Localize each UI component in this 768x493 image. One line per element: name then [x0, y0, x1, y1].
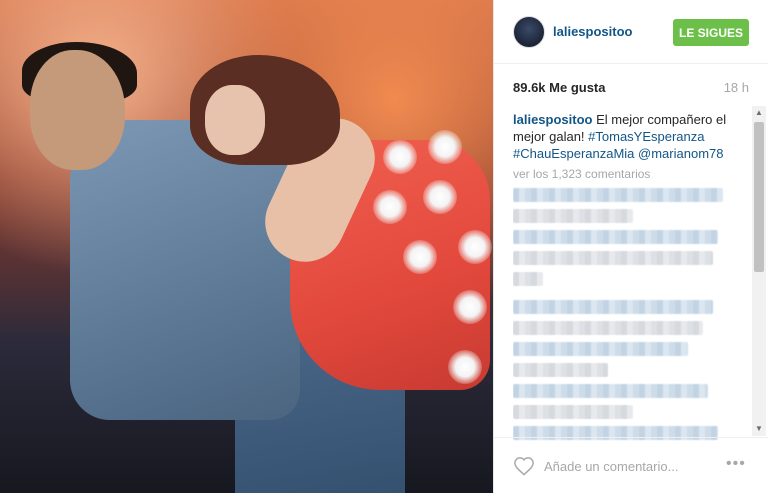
post-time[interactable]: 18 h: [724, 80, 749, 95]
post-caption: laliespositoo El mejor compañero el mejo…: [513, 111, 749, 162]
avatar[interactable]: [513, 16, 545, 48]
post-photo[interactable]: [0, 0, 493, 493]
hashtag-link[interactable]: #TomasYEsperanza: [588, 129, 704, 144]
post-header: laliespositoo LE SIGUES: [494, 0, 768, 64]
follow-button[interactable]: LE SIGUES: [673, 19, 749, 46]
blurred-comment: [513, 272, 749, 286]
comments-list: laliespositoo El mejor compañero el mejo…: [513, 111, 749, 441]
comment-input[interactable]: [544, 456, 704, 476]
blurred-comment: [513, 321, 749, 335]
post-stats: 89.6k Me gusta 18 h: [513, 80, 749, 100]
blurred-comment: [513, 209, 749, 223]
blurred-comment: [513, 405, 749, 419]
instagram-post-modal: laliespositoo LE SIGUES 89.6k Me gusta 1…: [0, 0, 768, 493]
post-footer: •••: [494, 437, 768, 493]
likes-count[interactable]: 89.6k Me gusta: [513, 80, 606, 95]
blurred-comment: [513, 230, 749, 244]
scroll-up-arrow-icon[interactable]: ▲: [752, 106, 766, 120]
post-username[interactable]: laliespositoo: [553, 24, 632, 39]
comments-scrollbar[interactable]: ▲ ▼: [752, 106, 766, 436]
blurred-comment: [513, 363, 749, 377]
photo-figure-woman-face: [205, 85, 265, 155]
mention-link[interactable]: @marianom78: [638, 146, 723, 161]
more-options-icon[interactable]: •••: [726, 455, 750, 475]
photo-figure-man-head: [30, 50, 125, 170]
post-side-panel: laliespositoo LE SIGUES 89.6k Me gusta 1…: [493, 0, 768, 493]
caption-username[interactable]: laliespositoo: [513, 112, 592, 127]
load-more-comments[interactable]: ver los 1,323 comentarios: [513, 167, 749, 181]
blurred-comment: [513, 300, 749, 314]
blurred-comment: [513, 384, 749, 398]
scroll-thumb[interactable]: [754, 122, 764, 272]
heart-icon[interactable]: [513, 456, 535, 476]
photo-stage-lights: [373, 120, 493, 420]
blurred-comment: [513, 188, 749, 202]
photo-figure-man-torso: [70, 120, 300, 420]
blurred-comment: [513, 342, 749, 356]
scroll-down-arrow-icon[interactable]: ▼: [752, 422, 766, 436]
blurred-comment: [513, 251, 749, 265]
hashtag-link[interactable]: #ChauEsperanzaMia: [513, 146, 634, 161]
